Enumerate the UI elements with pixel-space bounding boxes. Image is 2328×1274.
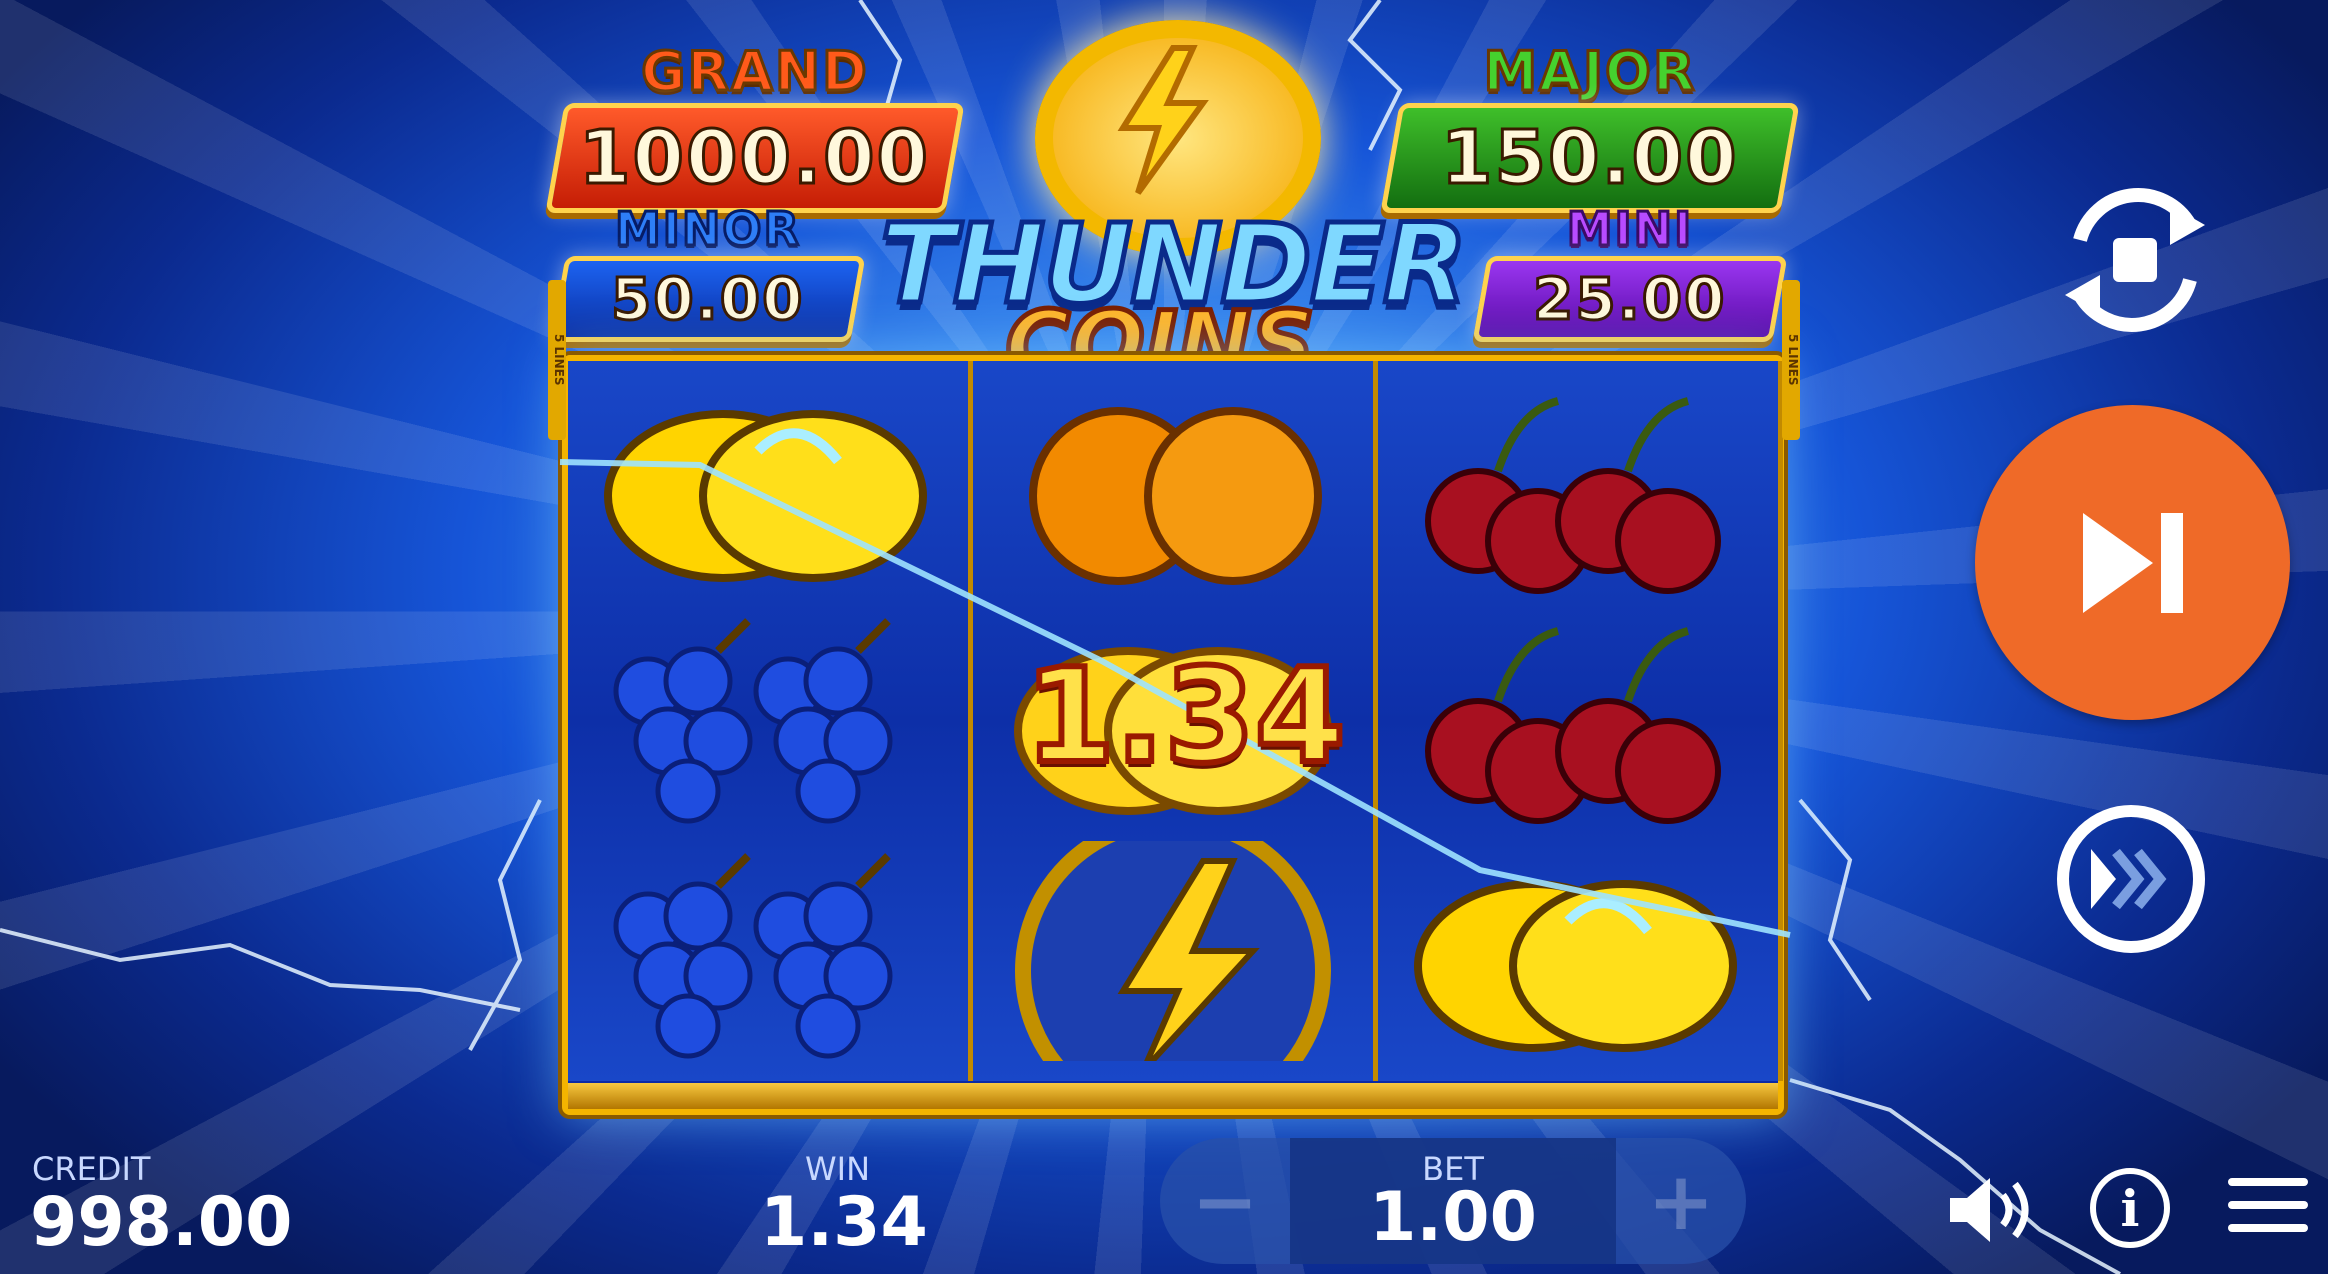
lines-tag-right: 5 LINES xyxy=(1782,280,1800,440)
jackpot-mini-box: 25.00 xyxy=(1472,256,1788,342)
credit-value: 998.00 xyxy=(30,1183,293,1262)
autoplay-button[interactable] xyxy=(2040,170,2230,350)
turbo-button[interactable] xyxy=(2057,805,2205,953)
hamburger-menu-icon xyxy=(2228,1178,2308,1232)
jackpot-minor-value: 50.00 xyxy=(610,264,806,335)
sound-button[interactable] xyxy=(1945,1170,2040,1250)
game-logo: THUNDER COINS xyxy=(878,0,1470,398)
jackpot-minor: MINOR 50.00 xyxy=(550,201,866,342)
bet-increase-button[interactable]: + xyxy=(1616,1138,1746,1264)
reel-3 xyxy=(1378,361,1783,1081)
jackpot-major-label: MAJOR xyxy=(1482,39,1697,105)
win-value: 1.34 xyxy=(760,1183,928,1262)
jackpot-mini: MINI 25.00 xyxy=(1472,201,1788,342)
cherry-symbol xyxy=(1425,397,1721,594)
info-icon: i xyxy=(2120,1178,2140,1238)
autoplay-stop-icon xyxy=(2113,238,2157,282)
jackpot-minor-label: MINOR xyxy=(614,201,801,258)
coin-win-value: 1.34 xyxy=(1022,637,1349,795)
reels-bottom-rail xyxy=(568,1083,1778,1109)
fast-forward-icon xyxy=(2091,848,2167,910)
jackpot-major-value: 150.00 xyxy=(1440,114,1741,203)
bet-value: 1.00 xyxy=(1369,1178,1537,1257)
jackpot-major: MAJOR 150.00 xyxy=(1380,39,1800,213)
bet-display: BET 1.00 xyxy=(1290,1138,1616,1264)
jackpot-major-box: 150.00 xyxy=(1380,103,1800,213)
jackpot-grand-value: 1000.00 xyxy=(578,114,932,203)
menu-button[interactable] xyxy=(2228,1178,2308,1240)
bet-decrease-button[interactable]: − xyxy=(1160,1138,1290,1264)
orange-symbol xyxy=(1029,407,1322,585)
thunder-coin-symbol xyxy=(1015,841,1331,1061)
jackpot-mini-value: 25.00 xyxy=(1532,264,1728,335)
jackpot-minor-box: 50.00 xyxy=(550,256,866,342)
reel-1 xyxy=(568,361,973,1081)
grapes-symbol xyxy=(613,618,893,824)
lines-tag-left: 5 LINES xyxy=(548,280,566,440)
cherry-symbol xyxy=(1425,627,1721,824)
lemon-symbol xyxy=(1414,880,1737,1052)
grapes-symbol xyxy=(613,853,893,1059)
lemon-symbol xyxy=(604,410,927,582)
bet-panel: − BET 1.00 + xyxy=(1160,1138,1746,1264)
skip-forward-icon xyxy=(2082,512,2183,613)
speaker-icon xyxy=(1950,1178,2029,1242)
info-button[interactable]: i xyxy=(2090,1168,2170,1248)
jackpot-mini-label: MINI xyxy=(1565,201,1694,258)
spin-button[interactable] xyxy=(1975,405,2290,720)
